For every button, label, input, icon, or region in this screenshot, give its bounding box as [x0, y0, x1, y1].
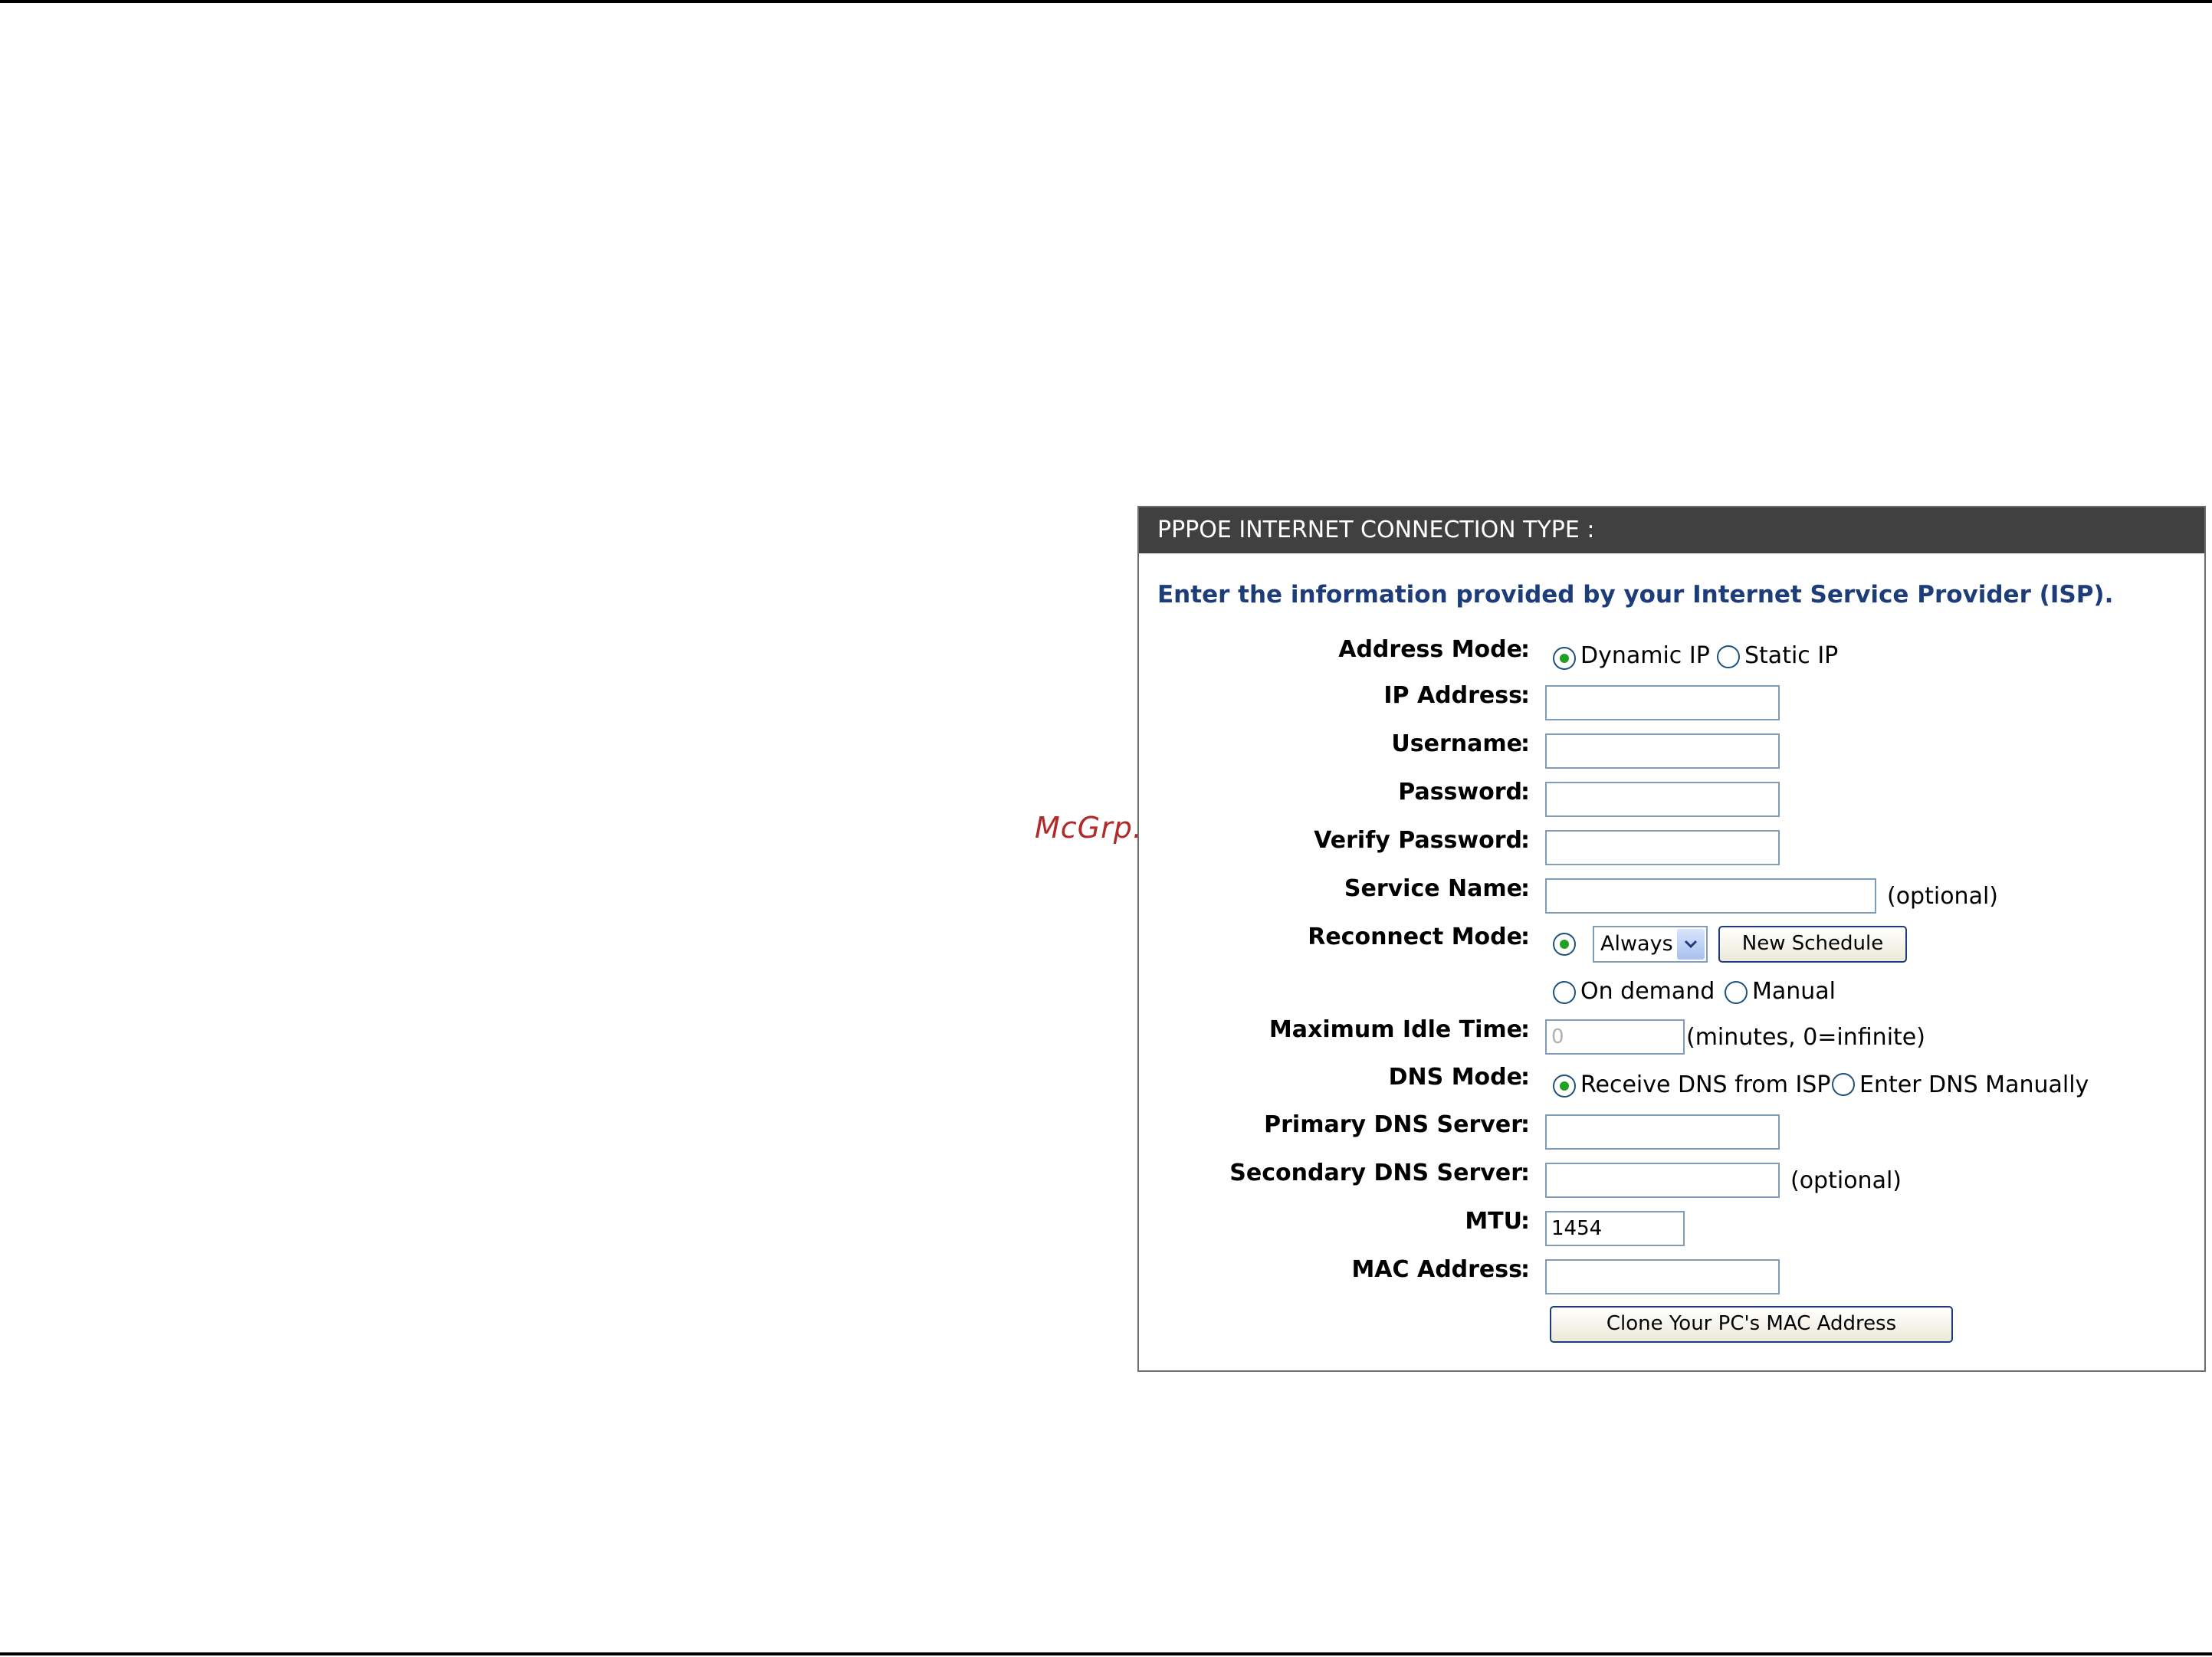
- colon: :: [1521, 1160, 1530, 1186]
- ip-address-input[interactable]: [1545, 685, 1780, 720]
- colon: :: [1521, 924, 1530, 950]
- colon: :: [1521, 1256, 1530, 1283]
- manual-label: Manual: [1752, 978, 1836, 1005]
- colon: :: [1521, 1016, 1530, 1043]
- secondary-dns-input[interactable]: [1545, 1163, 1780, 1198]
- mtu-input[interactable]: 1454: [1545, 1211, 1685, 1246]
- max-idle-time-note: (minutes, 0=infinite): [1686, 1024, 1925, 1051]
- colon: :: [1521, 779, 1530, 806]
- clone-mac-button[interactable]: Clone Your PC's MAC Address: [1550, 1306, 1953, 1343]
- service-name-label: Service Name: [1344, 875, 1522, 902]
- max-idle-time-input[interactable]: 0: [1545, 1019, 1685, 1055]
- colon: :: [1521, 1064, 1530, 1091]
- password-label: Password: [1398, 779, 1522, 806]
- receive-dns-radio[interactable]: [1553, 1075, 1576, 1098]
- dynamic-ip-label: Dynamic IP: [1580, 642, 1710, 669]
- primary-dns-input[interactable]: [1545, 1114, 1780, 1150]
- ip-address-label: IP Address: [1383, 682, 1522, 709]
- address-mode-label: Address Mode: [1338, 636, 1522, 663]
- dynamic-ip-radio[interactable]: [1553, 647, 1576, 670]
- static-ip-label: Static IP: [1744, 642, 1839, 669]
- colon: :: [1521, 827, 1530, 854]
- mac-address-input[interactable]: [1545, 1259, 1780, 1294]
- manual-radio[interactable]: [1725, 981, 1748, 1004]
- colon: :: [1521, 682, 1530, 709]
- on-demand-label: On demand: [1580, 978, 1715, 1005]
- colon: :: [1521, 730, 1530, 757]
- chevron-down-icon: [1677, 929, 1705, 960]
- reconnect-schedule-radio[interactable]: [1553, 933, 1576, 956]
- receive-dns-label: Receive DNS from ISP: [1580, 1071, 1831, 1098]
- intro-text: Enter the information provided by your I…: [1157, 581, 2114, 609]
- password-input[interactable]: [1545, 782, 1780, 817]
- username-label: Username: [1391, 730, 1522, 757]
- colon: :: [1521, 636, 1530, 663]
- pppoe-settings-panel: PPPOE INTERNET CONNECTION TYPE : Enter t…: [1137, 506, 2206, 1372]
- static-ip-radio[interactable]: [1717, 645, 1740, 668]
- new-schedule-button[interactable]: New Schedule: [1718, 926, 1907, 963]
- schedule-select[interactable]: Always: [1593, 926, 1708, 963]
- manual-dns-label: Enter DNS Manually: [1859, 1071, 2089, 1098]
- colon: :: [1521, 875, 1530, 902]
- on-demand-radio[interactable]: [1553, 981, 1576, 1004]
- mtu-label: MTU: [1465, 1208, 1522, 1235]
- service-name-optional-note: (optional): [1887, 883, 1998, 910]
- service-name-input[interactable]: [1545, 878, 1876, 914]
- secondary-dns-label: Secondary DNS Server: [1229, 1160, 1522, 1186]
- manual-dns-radio[interactable]: [1832, 1073, 1855, 1096]
- mac-address-label: MAC Address: [1351, 1256, 1522, 1283]
- colon: :: [1521, 1208, 1530, 1235]
- username-input[interactable]: [1545, 733, 1780, 769]
- verify-password-input[interactable]: [1545, 830, 1780, 865]
- dns-mode-label: DNS Mode: [1388, 1064, 1522, 1091]
- verify-password-label: Verify Password: [1314, 827, 1522, 854]
- bottom-rule: [0, 1652, 2212, 1655]
- primary-dns-label: Primary DNS Server: [1264, 1111, 1522, 1138]
- schedule-select-value: Always: [1600, 932, 1673, 956]
- secondary-dns-optional-note: (optional): [1790, 1167, 1902, 1194]
- panel-title: PPPOE INTERNET CONNECTION TYPE :: [1139, 507, 2204, 553]
- top-rule: [0, 0, 2212, 3]
- reconnect-mode-label: Reconnect Mode: [1308, 924, 1522, 950]
- colon: :: [1521, 1111, 1530, 1138]
- max-idle-time-label: Maximum Idle Time: [1268, 1016, 1522, 1043]
